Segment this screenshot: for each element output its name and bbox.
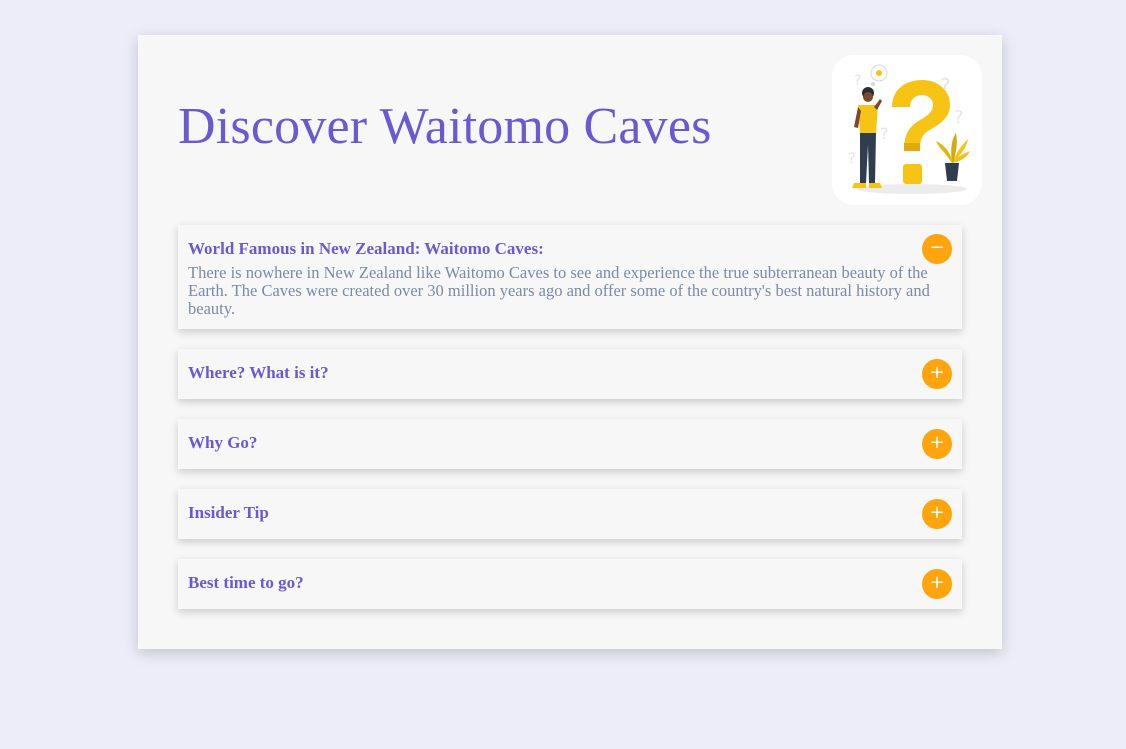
faq-item-3[interactable]: Why Go? + [178, 419, 962, 469]
expand-toggle-button[interactable]: + [922, 499, 952, 529]
expand-toggle-button[interactable]: + [922, 359, 952, 389]
faq-answer: There is nowhere in New Zealand like Wai… [188, 263, 930, 318]
expand-toggle-button[interactable]: + [922, 569, 952, 599]
faq-item-2[interactable]: Where? What is it? + [178, 349, 962, 399]
faq-question[interactable]: Why Go? [188, 433, 257, 453]
faq-item-1[interactable]: World Famous in New Zealand: Waitomo Cav… [178, 225, 962, 329]
collapse-toggle-button[interactable]: − [922, 234, 952, 264]
faq-question[interactable]: Insider Tip [188, 503, 269, 523]
question-person-illustration-icon: ? ? ? ? ? [832, 55, 982, 205]
expand-toggle-button[interactable]: + [922, 429, 952, 459]
faq-item-5[interactable]: Best time to go? + [178, 559, 962, 609]
faq-question[interactable]: World Famous in New Zealand: Waitomo Cav… [188, 239, 544, 259]
faq-card: Discover Waitomo Caves ? ? ? ? ? World F… [138, 35, 1002, 649]
faq-question[interactable]: Best time to go? [188, 573, 304, 593]
svg-text:?: ? [880, 124, 889, 143]
svg-text:?: ? [854, 73, 861, 89]
page-title: Discover Waitomo Caves [178, 98, 712, 155]
svg-text:?: ? [954, 107, 964, 128]
svg-text:?: ? [848, 151, 855, 167]
faq-question[interactable]: Where? What is it? [188, 363, 329, 383]
faq-item-4[interactable]: Insider Tip + [178, 489, 962, 539]
